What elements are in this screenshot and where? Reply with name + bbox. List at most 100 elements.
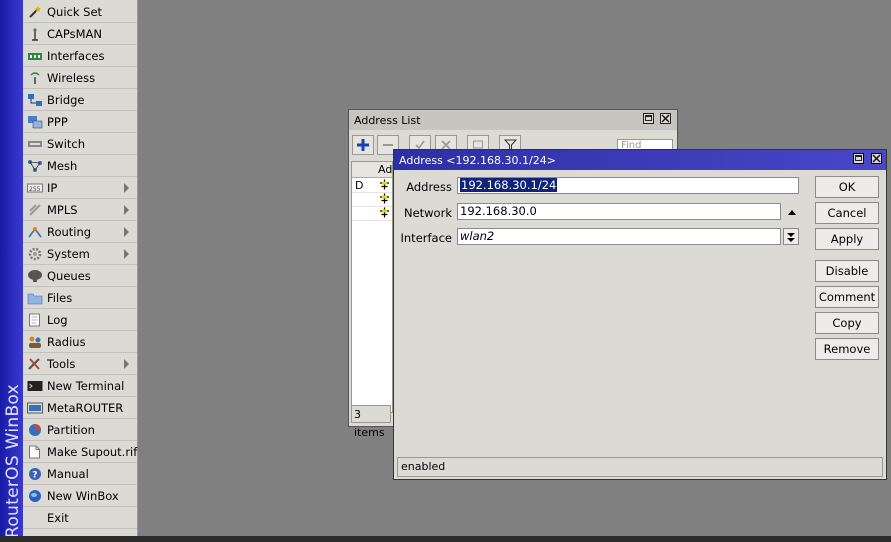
- table-row[interactable]: D: [352, 178, 392, 193]
- maximize-icon[interactable]: [643, 113, 654, 124]
- menu-item-new-terminal[interactable]: New Terminal: [23, 376, 137, 397]
- menu-item-interfaces[interactable]: Interfaces: [23, 46, 137, 67]
- mesh-icon: [26, 159, 43, 173]
- log-icon: [26, 313, 43, 327]
- cancel-button[interactable]: Cancel: [815, 202, 879, 224]
- menu-item-ip[interactable]: 255 IP: [23, 178, 137, 199]
- maximize-icon[interactable]: [853, 153, 864, 164]
- menu-item-manual[interactable]: ? Manual: [23, 464, 137, 485]
- switch-icon: [26, 137, 43, 151]
- wand-icon: [26, 5, 43, 19]
- table-row[interactable]: [352, 192, 392, 207]
- menu-item-queues[interactable]: Queues: [23, 266, 137, 287]
- collapse-up-icon[interactable]: [785, 205, 799, 219]
- dropdown-icon[interactable]: [783, 228, 799, 245]
- address-list-titlebar[interactable]: Address List: [349, 110, 677, 130]
- menu-item-label: Log: [47, 313, 68, 327]
- help-icon: ?: [26, 467, 43, 481]
- window-title: Address List: [354, 113, 421, 127]
- tools-icon: [26, 357, 43, 371]
- add-button[interactable]: [352, 135, 374, 155]
- comment-button[interactable]: Comment: [815, 286, 879, 308]
- menu-item-label: IP: [47, 181, 58, 195]
- ip-icon: 255: [26, 181, 43, 195]
- antenna-icon: [26, 27, 43, 41]
- queues-icon: [26, 269, 43, 283]
- dialog-titlebar[interactable]: Address <192.168.30.1/24>: [394, 150, 886, 170]
- address-value: 192.168.30.1/24: [460, 178, 558, 192]
- menu-item-metarouter[interactable]: MetaROUTER: [23, 398, 137, 419]
- status-bar: 3 items: [351, 405, 391, 439]
- remove-button[interactable]: Remove: [815, 338, 879, 360]
- close-icon[interactable]: [871, 153, 882, 164]
- menu-item-bridge[interactable]: Bridge: [23, 90, 137, 111]
- menu-item-mesh[interactable]: Mesh: [23, 156, 137, 177]
- menu-item-make-supout-rif[interactable]: Make Supout.rif: [23, 442, 137, 463]
- interfaces-icon: [26, 49, 43, 63]
- submenu-arrow-icon: [124, 249, 129, 259]
- submenu-arrow-icon: [124, 227, 129, 237]
- svg-text:255: 255: [29, 186, 41, 193]
- wireless-icon: [26, 71, 43, 85]
- menu-item-switch[interactable]: Switch: [23, 134, 137, 155]
- disable-button[interactable]: Disable: [815, 260, 879, 282]
- routing-icon: [26, 225, 43, 239]
- exit-icon: [26, 511, 43, 525]
- close-icon[interactable]: [660, 113, 671, 124]
- submenu-arrow-icon: [124, 183, 129, 193]
- terminal-icon: [26, 379, 43, 393]
- menu-item-label: Partition: [47, 423, 95, 437]
- menu-item-routing[interactable]: Routing: [23, 222, 137, 243]
- submenu-arrow-icon: [124, 205, 129, 215]
- apply-button[interactable]: Apply: [815, 228, 879, 250]
- menu-item-label: Bridge: [47, 93, 85, 107]
- dialog-status-bar: enabled: [397, 457, 883, 477]
- menu-item-system[interactable]: System: [23, 244, 137, 265]
- address-input[interactable]: 192.168.30.1/24: [457, 177, 799, 194]
- menu-item-wireless[interactable]: Wireless: [23, 68, 137, 89]
- bridge-icon: [26, 93, 43, 107]
- menu-item-label: Switch: [47, 137, 86, 151]
- metarouter-icon: [26, 401, 43, 415]
- folder-icon: [26, 291, 43, 305]
- network-label: Network: [403, 206, 452, 220]
- menu-item-quick-set[interactable]: Quick Set: [23, 2, 137, 23]
- menu-item-label: CAPsMAN: [47, 27, 103, 41]
- copy-button[interactable]: Copy: [815, 312, 879, 334]
- address-entry-icon: [379, 193, 390, 204]
- menu-item-new-winbox[interactable]: New WinBox: [23, 486, 137, 507]
- address-label: Address: [406, 180, 452, 194]
- ok-button[interactable]: OK: [815, 176, 879, 198]
- menu-item-mpls[interactable]: MPLS: [23, 200, 137, 221]
- menu-item-partition[interactable]: Partition: [23, 420, 137, 441]
- table-row[interactable]: [352, 206, 392, 221]
- menu-item-label: Queues: [47, 269, 91, 283]
- menu-item-label: Routing: [47, 225, 92, 239]
- menu-item-label: Manual: [47, 467, 89, 481]
- menu-item-label: PPP: [47, 115, 68, 129]
- menu-item-label: Tools: [47, 357, 76, 371]
- menu-item-label: System: [47, 247, 90, 261]
- menu-item-label: Make Supout.rif: [47, 445, 138, 459]
- svg-text:?: ?: [32, 471, 37, 481]
- menu-item-radius[interactable]: Radius: [23, 332, 137, 353]
- menu-item-label: Interfaces: [47, 49, 105, 63]
- interface-select[interactable]: wlan2: [457, 228, 781, 245]
- menu-item-ppp[interactable]: PPP: [23, 112, 137, 133]
- menu-item-exit[interactable]: Exit: [23, 508, 137, 529]
- menu-item-capsman[interactable]: CAPsMAN: [23, 24, 137, 45]
- menu-item-label: MPLS: [47, 203, 78, 217]
- address-entry-icon: [379, 179, 390, 190]
- menu-item-label: Radius: [47, 335, 86, 349]
- menu-item-label: Quick Set: [47, 5, 103, 19]
- globe-icon: [26, 489, 43, 503]
- menu-item-label: MetaROUTER: [47, 401, 124, 415]
- menu-item-log[interactable]: Log: [23, 310, 137, 331]
- menu-item-tools[interactable]: Tools: [23, 354, 137, 375]
- radius-icon: [26, 335, 43, 349]
- address-dialog: Address <192.168.30.1/24> Address 192.16…: [393, 149, 887, 480]
- menu-item-files[interactable]: Files: [23, 288, 137, 309]
- menu-item-label: Files: [47, 291, 73, 305]
- address-entry-icon: [379, 207, 390, 218]
- network-input[interactable]: 192.168.30.0: [457, 203, 781, 220]
